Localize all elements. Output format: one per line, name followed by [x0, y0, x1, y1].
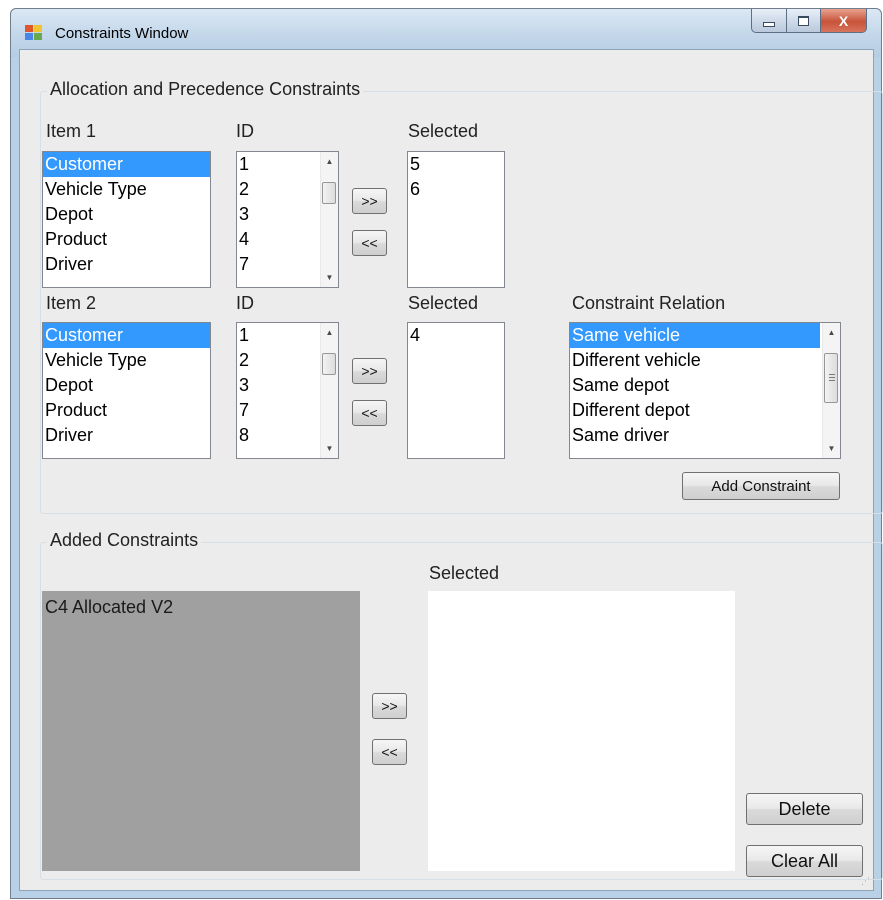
list-item[interactable]: Product — [43, 398, 210, 423]
list-item[interactable]: Customer — [43, 323, 210, 348]
scroll-thumb[interactable] — [322, 182, 336, 204]
item1-label: Item 1 — [46, 121, 97, 141]
id2-listbox[interactable]: 1 2 3 7 8 ▲ ▼ — [236, 322, 339, 459]
add-selected-id1-button[interactable]: >> — [352, 188, 387, 214]
scroll-down-arrow-icon[interactable]: ▼ — [321, 440, 338, 457]
allocation-group-title: Allocation and Precedence Constraints — [47, 79, 364, 100]
id1-scrollbar[interactable]: ▲ ▼ — [320, 152, 338, 287]
list-item[interactable]: C4 Allocated V2 — [42, 595, 360, 620]
delete-button[interactable]: Delete — [746, 793, 863, 825]
constraint-relation-listbox[interactable]: Same vehicle Different vehicle Same depo… — [569, 322, 841, 459]
scroll-thumb[interactable] — [824, 353, 838, 403]
clear-all-button[interactable]: Clear All — [746, 845, 863, 877]
item2-label: Item 2 — [46, 293, 97, 313]
remove-selected-id1-button[interactable]: << — [352, 230, 387, 256]
resize-grip-icon[interactable]: ⋰ — [861, 876, 870, 887]
constraint-relation-label: Constraint Relation — [572, 293, 726, 313]
relation-scrollbar[interactable]: ▲ ▼ — [822, 323, 840, 458]
remove-from-selected-button[interactable]: << — [372, 739, 407, 765]
item2-listbox[interactable]: Customer Vehicle Type Depot Product Driv… — [42, 322, 211, 459]
added-constraints-listbox[interactable]: C4 Allocated V2 — [42, 591, 360, 871]
selected2-label: Selected — [408, 293, 479, 313]
scroll-up-arrow-icon[interactable]: ▲ — [321, 324, 338, 341]
maximize-icon — [798, 15, 809, 26]
caption-buttons: X — [751, 9, 867, 35]
list-item[interactable]: 5 — [408, 152, 504, 177]
list-item[interactable]: Vehicle Type — [43, 177, 210, 202]
list-item[interactable]: Product — [43, 227, 210, 252]
close-button[interactable]: X — [821, 9, 867, 33]
add-to-selected-button[interactable]: >> — [372, 693, 407, 719]
id2-label: ID — [236, 293, 254, 313]
list-item[interactable]: Driver — [43, 423, 210, 448]
selected1-listbox[interactable]: 5 6 — [407, 151, 505, 288]
scroll-thumb[interactable] — [322, 353, 336, 375]
scroll-down-arrow-icon[interactable]: ▼ — [823, 440, 840, 457]
maximize-button[interactable] — [787, 9, 821, 33]
list-item[interactable]: Customer — [43, 152, 210, 177]
list-item[interactable]: 4 — [408, 323, 504, 348]
scroll-down-arrow-icon[interactable]: ▼ — [321, 269, 338, 286]
minimize-button[interactable] — [751, 9, 787, 33]
remove-selected-id2-button[interactable]: << — [352, 400, 387, 426]
id2-scrollbar[interactable]: ▲ ▼ — [320, 323, 338, 458]
window-title: Constraints Window — [55, 25, 189, 42]
scroll-up-arrow-icon[interactable]: ▲ — [823, 324, 840, 341]
list-item[interactable]: Vehicle Type — [43, 348, 210, 373]
list-item[interactable]: Different depot — [570, 398, 840, 423]
selected1-label: Selected — [408, 121, 479, 141]
id1-listbox[interactable]: 1 2 3 4 7 ▲ ▼ — [236, 151, 339, 288]
app-window-icon — [25, 25, 43, 41]
added-group-title: Added Constraints — [47, 530, 202, 551]
list-item[interactable]: Driver — [43, 252, 210, 277]
added-selected-listbox[interactable] — [428, 591, 735, 871]
list-item[interactable]: Depot — [43, 202, 210, 227]
item1-listbox[interactable]: Customer Vehicle Type Depot Product Driv… — [42, 151, 211, 288]
minimize-icon — [763, 21, 775, 27]
list-item[interactable]: Same vehicle — [570, 323, 820, 348]
list-item[interactable]: Different vehicle — [570, 348, 840, 373]
add-constraint-button[interactable]: Add Constraint — [682, 472, 840, 500]
client-area: Allocation and Precedence Constraints It… — [19, 49, 883, 891]
constraints-window: Constraints Window X Allocation and Prec… — [10, 8, 883, 899]
scroll-up-arrow-icon[interactable]: ▲ — [321, 153, 338, 170]
added-selected-label: Selected — [429, 563, 500, 583]
add-selected-id2-button[interactable]: >> — [352, 358, 387, 384]
list-item[interactable]: 6 — [408, 177, 504, 202]
selected2-listbox[interactable]: 4 — [407, 322, 505, 459]
close-icon: X — [838, 12, 849, 29]
id1-label: ID — [236, 121, 254, 141]
list-item[interactable]: Same depot — [570, 373, 840, 398]
list-item[interactable]: Depot — [43, 373, 210, 398]
list-item[interactable]: Same driver — [570, 423, 840, 448]
